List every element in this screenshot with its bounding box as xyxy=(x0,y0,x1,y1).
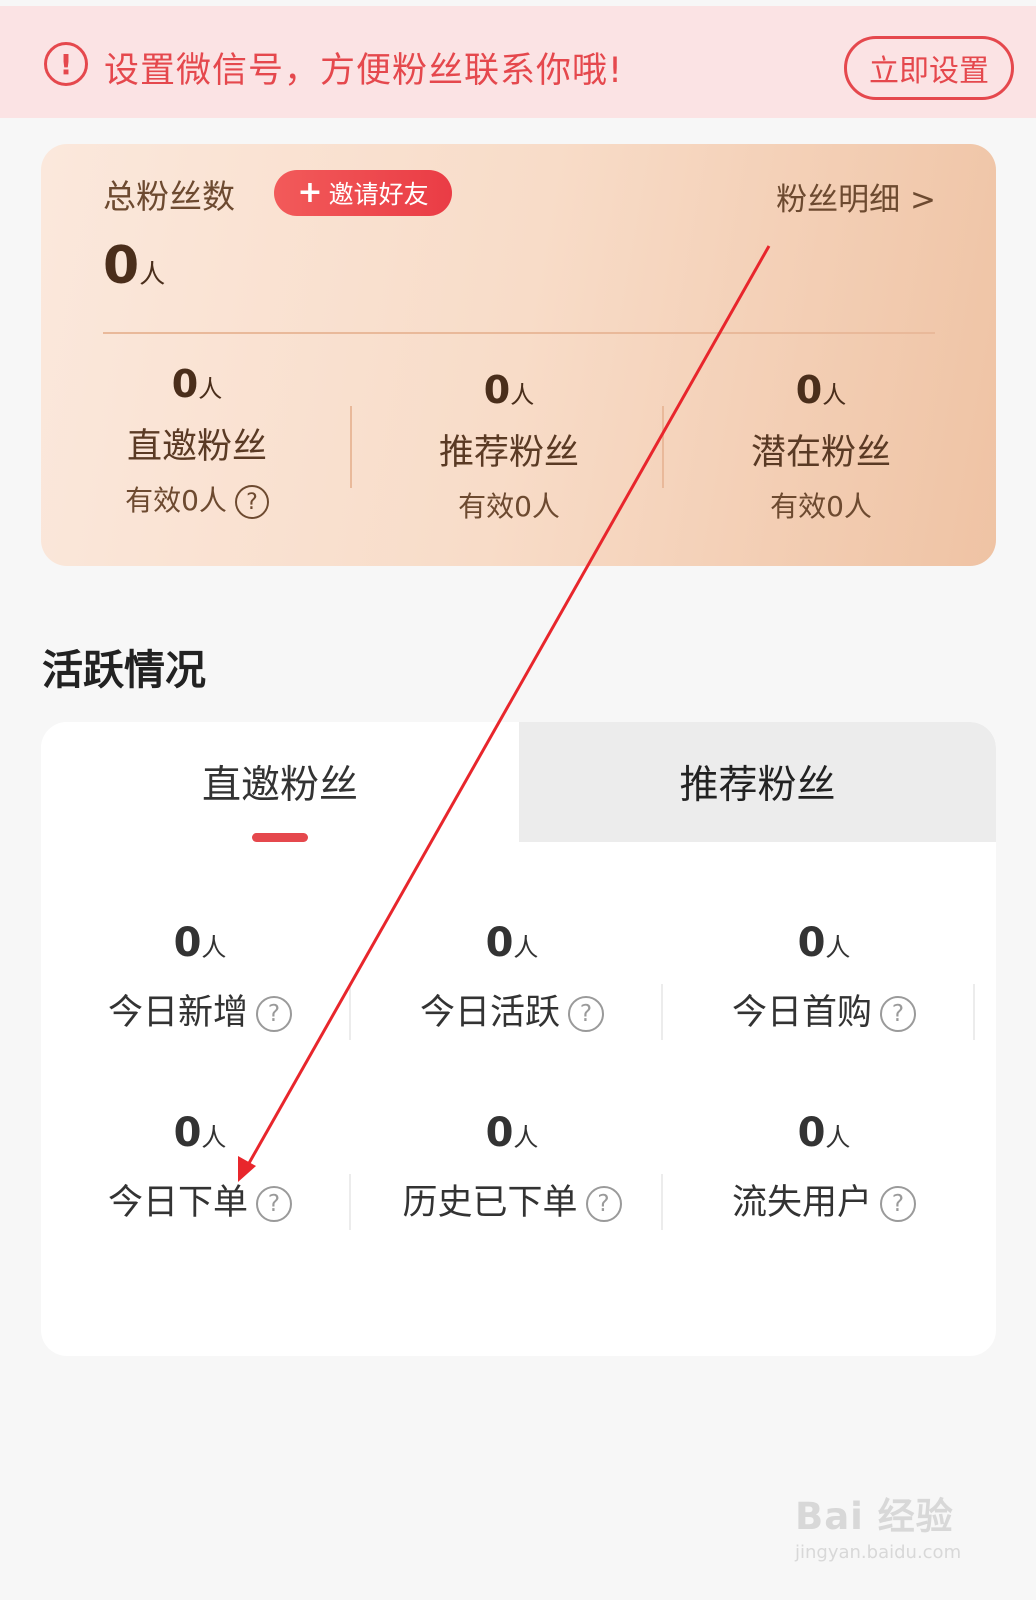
help-icon[interactable]: ? xyxy=(256,996,292,1032)
total-fans-number: 0 xyxy=(103,236,140,296)
recommended-fans-column[interactable]: 0人 推荐粉丝 有效0人 xyxy=(369,362,649,525)
fans-page: ! 设置微信号，方便粉丝联系你哦! 立即设置 总粉丝数 + 邀请好友 粉丝明细 … xyxy=(0,0,1036,1600)
recommended-fans-unit: 人 xyxy=(510,381,535,409)
stat-unit: 人 xyxy=(825,1123,851,1152)
recommended-fans-value: 0 xyxy=(483,368,511,412)
stat-today-new: 0人 今日新增? xyxy=(41,920,359,1035)
fan-detail-link[interactable]: 粉丝明细 > xyxy=(776,174,936,219)
total-fans-unit: 人 xyxy=(139,260,166,290)
setup-now-button[interactable]: 立即设置 xyxy=(844,36,1014,100)
stat-divider xyxy=(973,984,975,1040)
direct-fans-valid: 有效0人 xyxy=(125,484,227,517)
stat-lost-users: 0人 流失用户? xyxy=(665,1110,983,1225)
potential-fans-label: 潜在粉丝 xyxy=(750,433,891,473)
potential-fans-column[interactable]: 0人 潜在粉丝 有效0人 xyxy=(681,362,961,525)
stat-unit: 人 xyxy=(825,933,851,962)
plus-icon: + xyxy=(297,175,323,210)
direct-fans-column[interactable]: 0人 直邀粉丝 有效0人? xyxy=(57,362,337,519)
stat-unit: 人 xyxy=(513,1123,539,1152)
stat-value: 0 xyxy=(173,1110,202,1156)
column-divider xyxy=(662,406,664,488)
stat-label: 今日活跃 xyxy=(419,993,560,1033)
stat-divider xyxy=(661,1174,663,1230)
column-divider xyxy=(350,406,352,488)
stat-value: 0 xyxy=(485,1110,514,1156)
stat-label: 今日首购 xyxy=(731,993,872,1033)
stat-label: 今日下单 xyxy=(107,1183,248,1223)
stat-divider xyxy=(661,984,663,1040)
baidu-jingyan-watermark: Bai 经验 jingyan.baidu.com xyxy=(795,1486,961,1563)
invite-friends-label: 邀请好友 xyxy=(328,180,429,209)
watermark-url: jingyan.baidu.com xyxy=(795,1542,962,1563)
help-icon[interactable]: ? xyxy=(256,1186,292,1222)
stat-value: 0 xyxy=(797,1110,826,1156)
help-icon[interactable]: ? xyxy=(568,996,604,1032)
stat-unit: 人 xyxy=(201,1123,227,1152)
tab-recommended-fans[interactable]: 推荐粉丝 xyxy=(519,722,996,842)
stat-value: 0 xyxy=(485,920,514,966)
help-icon[interactable]: ? xyxy=(880,996,916,1032)
potential-fans-valid: 有效0人 xyxy=(770,490,872,523)
help-icon[interactable]: ? xyxy=(234,485,269,519)
stat-value: 0 xyxy=(173,920,202,966)
stat-today-first-purchase: 0人 今日首购? xyxy=(665,920,983,1035)
activity-section-title: 活跃情况 xyxy=(42,646,206,694)
help-icon[interactable]: ? xyxy=(585,1186,622,1222)
fan-summary-card: 总粉丝数 + 邀请好友 粉丝明细 > 0人 0人 直邀粉丝 有效0人? 0人 推… xyxy=(41,144,996,566)
stat-history-ordered: 0人 历史已下单? xyxy=(353,1110,671,1225)
active-tab-indicator xyxy=(252,833,308,842)
potential-fans-unit: 人 xyxy=(822,381,847,409)
total-fans-value: 0人 xyxy=(103,236,165,296)
watermark-logo-text: Bai 经验 xyxy=(795,1495,954,1538)
stat-today-active: 0人 今日活跃? xyxy=(353,920,671,1035)
tab-direct-fans[interactable]: 直邀粉丝 xyxy=(41,722,519,842)
recommended-fans-valid: 有效0人 xyxy=(458,490,560,523)
exclamation-circle-icon: ! xyxy=(44,42,88,86)
stat-divider xyxy=(349,984,351,1040)
direct-fans-label: 直邀粉丝 xyxy=(126,427,267,467)
stat-label: 今日新增 xyxy=(107,993,248,1033)
wechat-setup-banner: ! 设置微信号，方便粉丝联系你哦! 立即设置 xyxy=(0,6,1036,118)
stat-divider xyxy=(349,1174,351,1230)
invite-friends-button[interactable]: + 邀请好友 xyxy=(274,170,452,216)
stat-value: 0 xyxy=(797,920,826,966)
stat-unit: 人 xyxy=(201,933,227,962)
banner-message: 设置微信号，方便粉丝联系你哦! xyxy=(104,51,624,91)
direct-fans-value: 0 xyxy=(171,362,199,406)
activity-card: 直邀粉丝 推荐粉丝 0人 今日新增? 0人 今日活跃? 0人 今日首购? 0人 … xyxy=(41,722,996,1356)
stat-label: 历史已下单 xyxy=(402,1183,578,1223)
total-fans-title: 总粉丝数 xyxy=(103,177,235,216)
stat-label: 流失用户 xyxy=(731,1183,872,1223)
potential-fans-value: 0 xyxy=(795,368,823,412)
help-icon[interactable]: ? xyxy=(880,1186,916,1222)
direct-fans-unit: 人 xyxy=(198,375,223,403)
card-divider xyxy=(103,332,935,334)
recommended-fans-label: 推荐粉丝 xyxy=(438,433,579,473)
stat-unit: 人 xyxy=(513,933,539,962)
stat-today-orders: 0人 今日下单? xyxy=(41,1110,359,1225)
